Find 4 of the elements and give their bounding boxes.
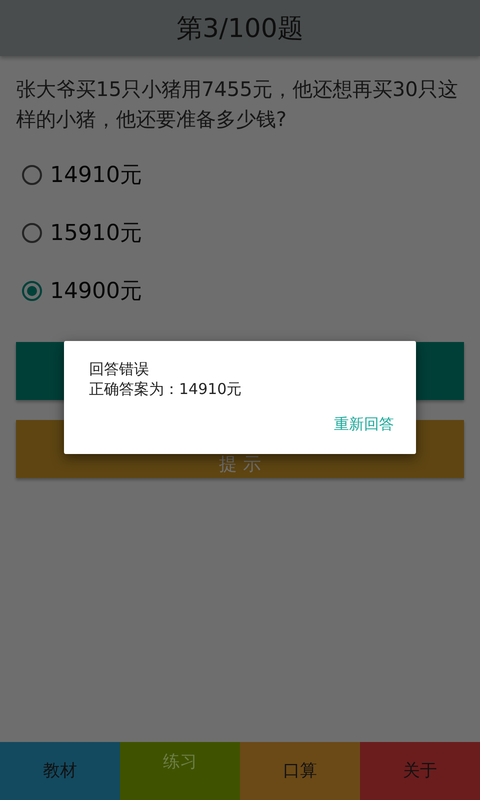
header-title: 第3/100题 <box>176 12 304 46</box>
dialog-message: 正确答案为：14910元 <box>89 379 243 399</box>
dialog-title: 回答错误 <box>89 359 150 379</box>
question-text: 张大爷买15只小猪用7455元，他还想再买30只这样的小猪，他还要准备多少钱? <box>16 76 459 133</box>
